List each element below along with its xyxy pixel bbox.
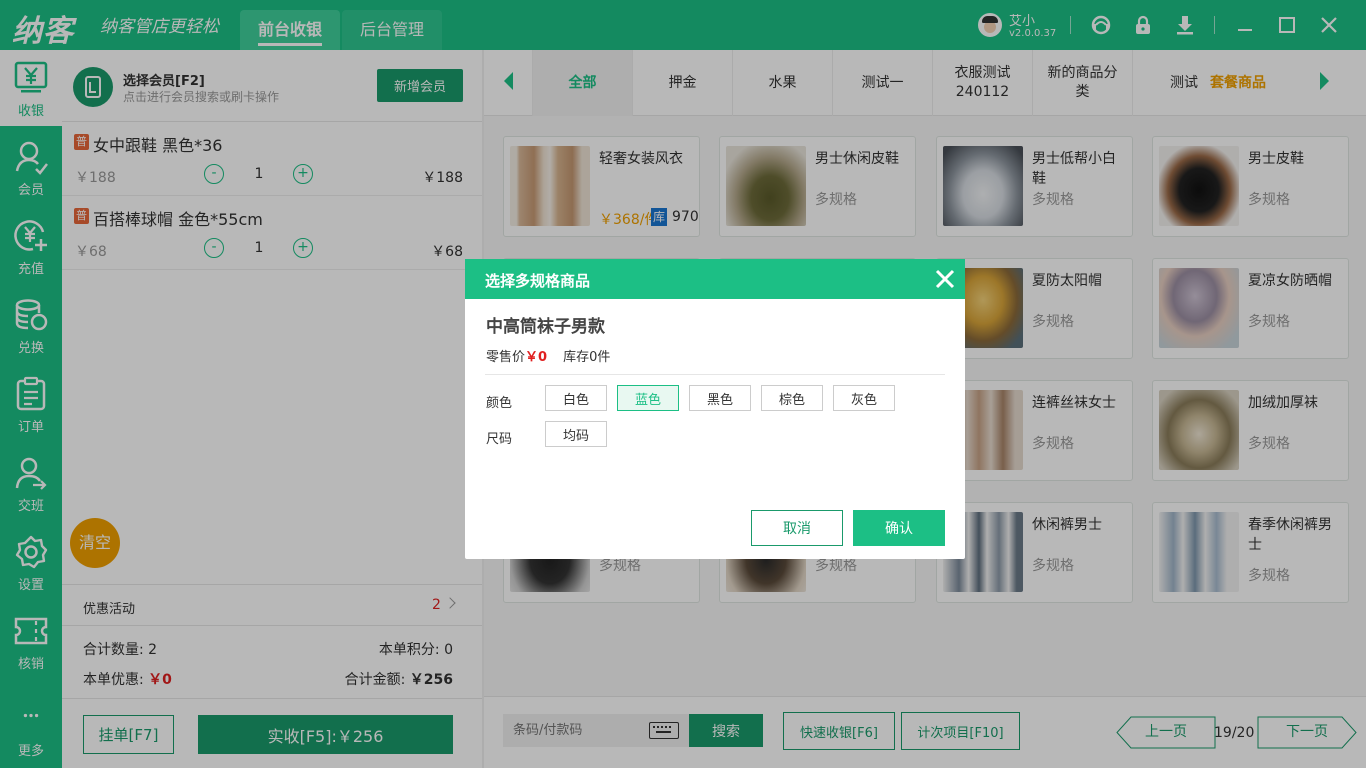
spec-select-dialog: 选择多规格商品 中高筒袜子男款 零售价￥0 库存0件 颜色 白色 蓝色 黑色 棕色… [465, 259, 965, 559]
dialog-price-line: 零售价￥0 库存0件 [486, 350, 611, 365]
color-option-brown[interactable]: 棕色 [761, 385, 823, 411]
color-option-gray[interactable]: 灰色 [833, 385, 895, 411]
dialog-header: 选择多规格商品 [465, 259, 965, 299]
close-icon[interactable] [935, 269, 955, 289]
dialog-stock: 库存0件 [563, 350, 611, 365]
size-label: 尺码 [486, 432, 513, 447]
color-option-black[interactable]: 黑色 [689, 385, 751, 411]
dialog-price: ￥0 [525, 350, 548, 365]
divider [485, 374, 945, 375]
color-option-white[interactable]: 白色 [545, 385, 607, 411]
size-option-one-size[interactable]: 均码 [545, 421, 607, 447]
confirm-button[interactable]: 确认 [853, 510, 945, 546]
dialog-product-name: 中高筒袜子男款 [486, 317, 605, 337]
dialog-title: 选择多规格商品 [485, 272, 591, 290]
color-option-blue[interactable]: 蓝色 [617, 385, 679, 411]
cancel-button[interactable]: 取消 [751, 510, 843, 546]
color-label: 颜色 [486, 396, 513, 411]
